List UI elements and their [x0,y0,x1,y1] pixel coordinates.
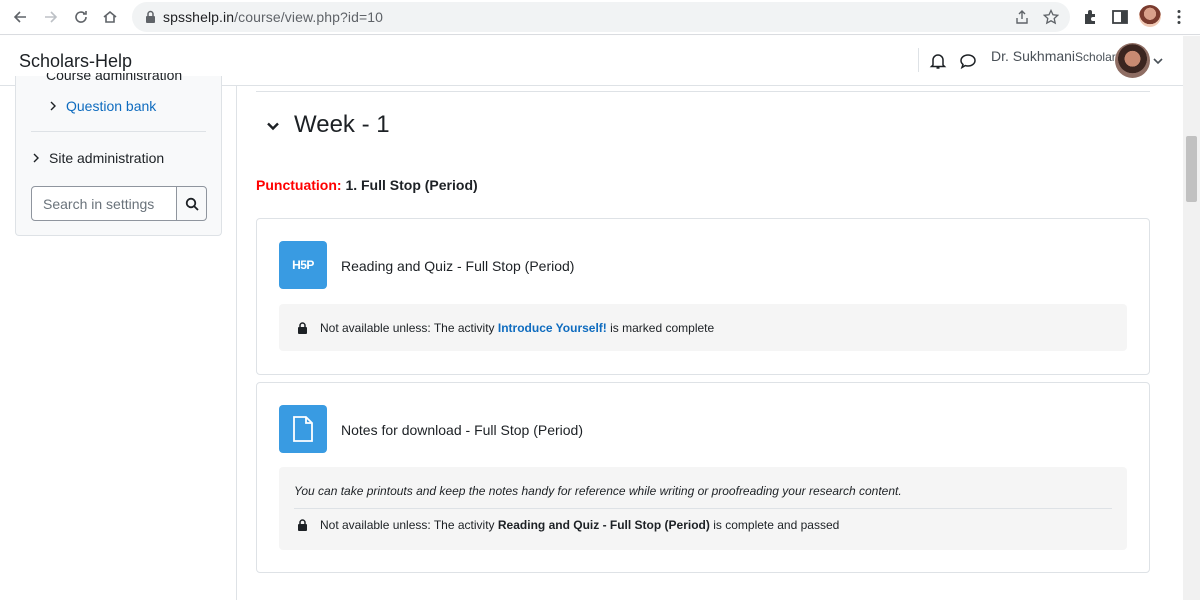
user-avatar[interactable] [1115,43,1150,78]
left-drawer: Course administration Question bank Site… [0,73,237,600]
url-text: spsshelp.in/course/view.php?id=10 [163,9,384,25]
site-brand[interactable]: Scholars-Help [19,51,132,72]
question-bank-label[interactable]: Question bank [66,98,156,114]
chevron-down-icon[interactable] [1152,55,1164,67]
browser-toolbar: spsshelp.in/course/view.php?id=10 [0,0,1200,35]
file-icon[interactable] [279,405,327,453]
drawer-divider [31,131,206,132]
activity-card: Notes for download - Full Stop (Period) … [256,382,1150,573]
site-administration-label[interactable]: Site administration [49,150,164,166]
section-title[interactable]: Week - 1 [294,111,390,139]
share-icon[interactable] [1014,9,1030,25]
navbar-divider [918,48,919,72]
activity-name[interactable]: Reading and Quiz - Full Stop (Period) [341,258,574,274]
lock-icon [298,519,307,531]
search-icon [185,197,199,211]
browser-profile-avatar[interactable] [1139,5,1161,27]
settings-search [31,186,207,221]
home-icon[interactable] [99,6,121,28]
activity-description: You can take printouts and keep the note… [294,484,902,498]
activity-name[interactable]: Notes for download - Full Stop (Period) [341,422,583,438]
sidepanel-icon[interactable] [1111,8,1129,26]
course-content: Week - 1 Punctuation: 1. Full Stop (Peri… [237,86,1183,600]
question-bank-link[interactable]: Question bank [48,98,156,114]
chevron-right-icon [50,101,56,111]
activity-description-box: You can take printouts and keep the note… [279,467,1127,550]
notifications-bell-icon[interactable] [929,52,947,70]
section-summary: Punctuation: 1. Full Stop (Period) [256,177,478,193]
introduce-yourself-link[interactable]: Introduce Yourself! [498,321,607,335]
page-scrollbar[interactable] [1183,36,1200,600]
description-divider [294,508,1112,509]
section-collapse-chevron-icon[interactable] [266,119,280,133]
course-administration-item[interactable]: Course administration [46,73,182,87]
lock-icon[interactable] [144,10,157,24]
address-bar[interactable]: spsshelp.in/course/view.php?id=10 [132,2,1070,32]
extensions-icon[interactable] [1082,8,1100,26]
section-divider [256,91,1150,92]
bookmark-star-icon[interactable] [1043,9,1059,25]
scrollbar-thumb[interactable] [1186,136,1197,202]
browser-menu-icon[interactable] [1170,8,1188,26]
site-administration-item[interactable]: Site administration [31,150,164,166]
activity-card: H5P Reading and Quiz - Full Stop (Period… [256,218,1150,375]
messages-icon[interactable] [959,52,977,70]
restriction-row: Not available unless: The activity Readi… [297,518,839,532]
h5p-icon[interactable]: H5P [279,241,327,289]
settings-search-button[interactable] [176,186,207,221]
reload-icon[interactable] [70,6,92,28]
forward-icon[interactable] [40,6,62,28]
back-icon[interactable] [9,6,31,28]
user-menu-name[interactable]: Dr. SukhmaniScholar [991,48,1116,64]
availability-info: Not available unless: The activity Intro… [279,304,1127,351]
lock-icon [298,322,307,334]
chevron-right-icon [33,153,39,163]
settings-search-input[interactable] [31,186,177,221]
restriction-row: Not available unless: The activity Intro… [297,321,714,335]
